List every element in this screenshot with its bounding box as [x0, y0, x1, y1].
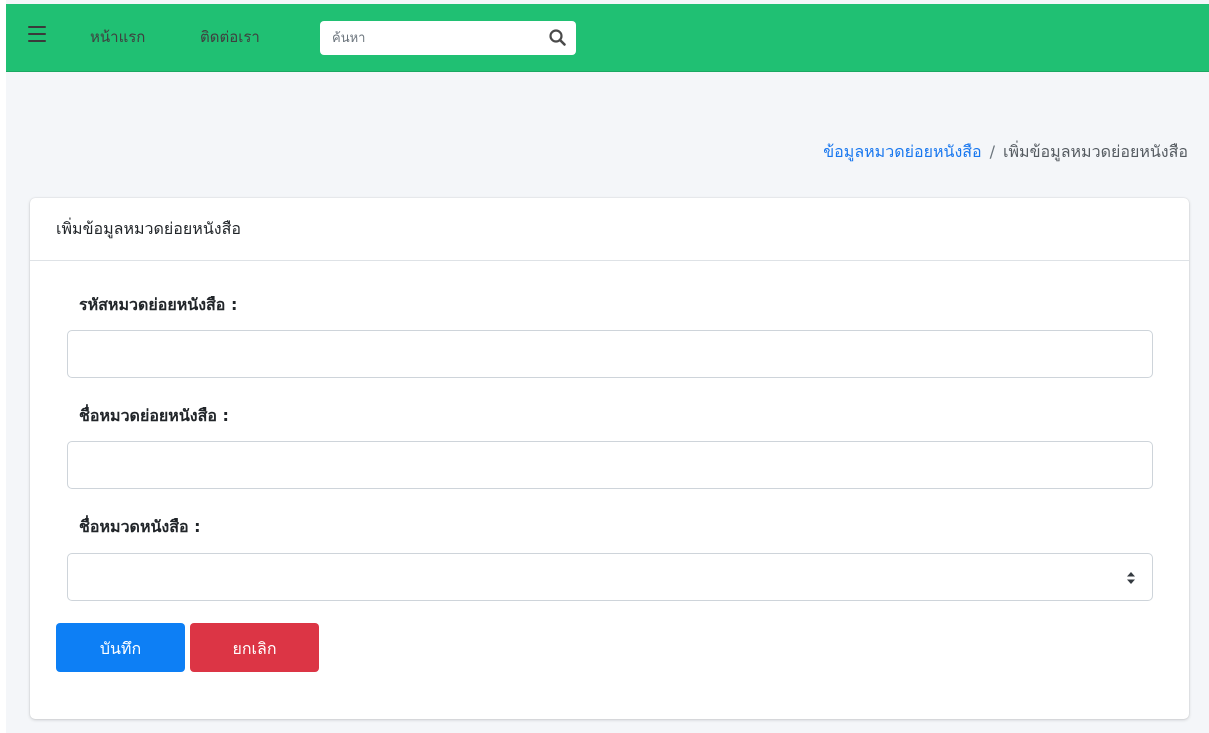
form-card: เพิ่มข้อมูลหมวดย่อยหนังสือ รหัสหมวดย่อยห…	[30, 198, 1189, 719]
search-icon	[549, 29, 566, 46]
subcategory-code-label: รหัสหมวดย่อยหนังสือ :	[79, 295, 238, 314]
hamburger-icon[interactable]	[28, 26, 46, 42]
nav-link-contact[interactable]: ติดต่อเรา	[200, 27, 260, 47]
breadcrumb-current: เพิ่มข้อมูลหมวดย่อยหนังสือ	[1003, 142, 1188, 161]
nav-link-home[interactable]: หน้าแรก	[90, 27, 145, 47]
subcategory-name-input[interactable]	[67, 441, 1153, 489]
top-navbar: หน้าแรก ติดต่อเรา	[6, 4, 1209, 72]
cancel-button[interactable]: ยกเลิก	[190, 623, 319, 672]
category-name-select[interactable]	[67, 553, 1153, 601]
search-box	[320, 21, 576, 55]
search-input[interactable]	[320, 21, 535, 55]
breadcrumb-parent-link[interactable]: ข้อมูลหมวดย่อยหนังสือ	[823, 142, 981, 161]
select-arrows-icon	[1127, 572, 1135, 584]
category-name-label: ชื่อหมวดหนังสือ :	[79, 517, 201, 536]
search-button[interactable]	[548, 28, 568, 48]
breadcrumb-separator: /	[989, 142, 996, 161]
page: หน้าแรก ติดต่อเรา ข้อมูลหมวดย่อยหนังสือ /…	[0, 0, 1209, 733]
subcategory-code-input[interactable]	[67, 330, 1153, 378]
subcategory-name-label: ชื่อหมวดย่อยหนังสือ :	[79, 406, 229, 425]
card-title: เพิ่มข้อมูลหมวดย่อยหนังสือ	[56, 219, 241, 238]
card-header: เพิ่มข้อมูลหมวดย่อยหนังสือ	[30, 198, 1189, 261]
breadcrumb: ข้อมูลหมวดย่อยหนังสือ / เพิ่มข้อมูลหมวดย่อ…	[823, 141, 1188, 163]
save-button[interactable]: บันทึก	[56, 623, 185, 672]
